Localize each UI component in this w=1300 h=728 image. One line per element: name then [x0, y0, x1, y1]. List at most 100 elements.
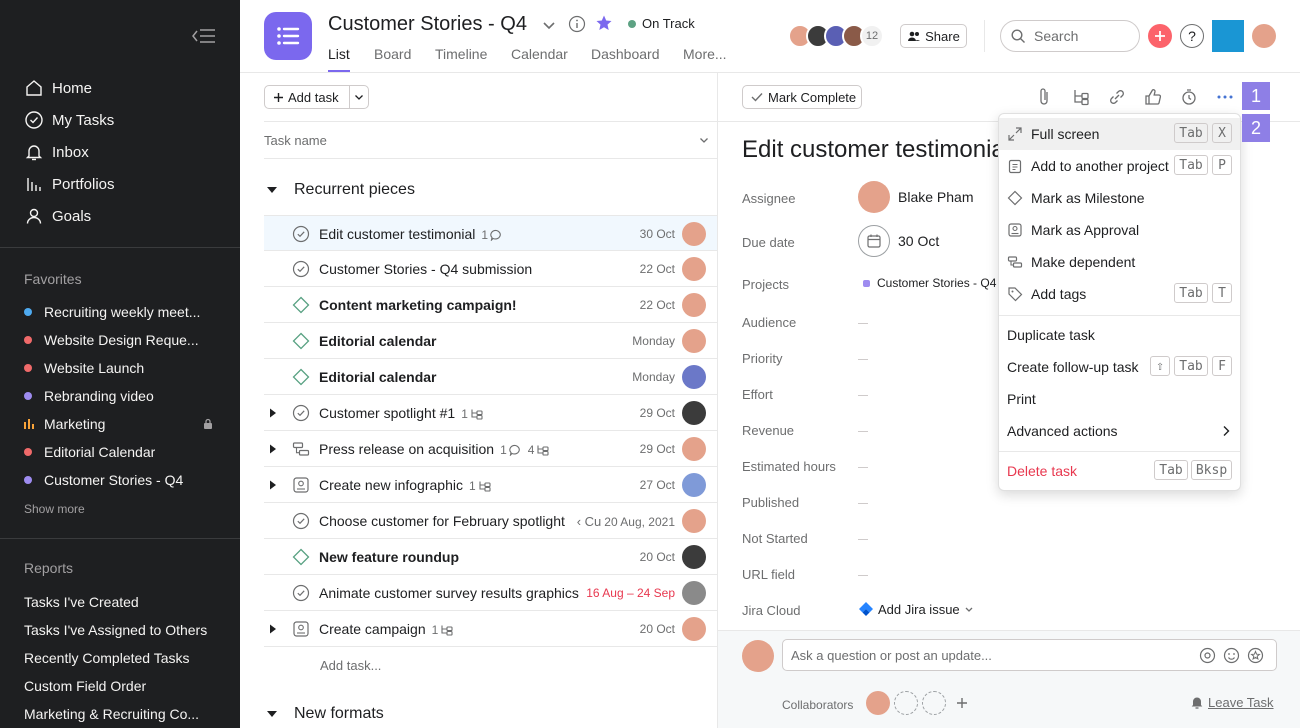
task-name[interactable]: New feature roundup [319, 549, 459, 565]
plus-icon[interactable] [956, 697, 968, 709]
member-avatars[interactable]: 12 [788, 24, 884, 48]
task-name[interactable]: Choose customer for February spotlight [319, 513, 565, 529]
task-row[interactable]: Editorial calendar Monday [264, 359, 717, 395]
task-name-column-header[interactable]: Task name [264, 121, 717, 159]
avatar[interactable] [682, 545, 706, 569]
task-row[interactable]: Choose customer for February spotlight ‹ … [264, 503, 717, 539]
info-icon[interactable] [568, 15, 586, 33]
share-button[interactable]: Share [900, 24, 967, 48]
task-row[interactable]: Customer Stories - Q4 submission 22 Oct [264, 251, 717, 287]
avatar[interactable] [682, 365, 706, 389]
favorite-item[interactable]: Recruiting weekly meet... [24, 301, 214, 323]
menu-item-full-screen[interactable]: Full screen Tab X [999, 118, 1240, 150]
task-row[interactable]: Customer spotlight #1 1 29 Oct [264, 395, 717, 431]
empty-field-value[interactable] [858, 575, 868, 576]
menu-item-add-to-project[interactable]: Add to another project Tab P [999, 150, 1240, 182]
task-name[interactable]: Customer Stories - Q4 submission [319, 261, 532, 277]
avatar[interactable] [682, 509, 706, 533]
assignee-field[interactable]: Blake Pham [858, 181, 973, 213]
task-name[interactable]: Edit customer testimonial 1 [319, 226, 503, 242]
section-title[interactable]: New formats [294, 705, 384, 723]
project-title[interactable]: Customer Stories - Q4 [328, 13, 527, 36]
expand-subtasks-icon[interactable] [269, 444, 277, 454]
emoji-icon[interactable] [1223, 647, 1240, 664]
quick-add-button[interactable] [1148, 24, 1172, 48]
task-name[interactable]: Press release on acquisition 1 4 [319, 441, 550, 457]
thumbs-up-icon[interactable] [1144, 87, 1162, 107]
nav-home[interactable]: Home [24, 76, 92, 100]
timer-icon[interactable] [1180, 87, 1198, 107]
add-collaborator-placeholder-icon[interactable] [894, 691, 918, 715]
task-title[interactable]: Edit customer testimonial [742, 136, 998, 164]
favorite-item[interactable]: Website Launch [24, 357, 214, 379]
task-due-date[interactable]: ‹ Cu 20 Aug, 2021 [577, 514, 675, 529]
link-icon[interactable] [1108, 87, 1126, 107]
task-due-date[interactable]: 22 Oct [640, 262, 675, 276]
empty-field-value[interactable] [858, 431, 868, 432]
task-row[interactable]: Create new infographic 1 27 Oct [264, 467, 717, 503]
chevron-down-icon[interactable] [699, 135, 709, 145]
report-link[interactable]: Marketing & Recruiting Co... [24, 706, 199, 722]
task-name[interactable]: Customer spotlight #1 1 [319, 405, 484, 421]
due-date-field[interactable]: 30 Oct [858, 225, 939, 257]
avatar[interactable] [682, 401, 706, 425]
check-circle-icon[interactable] [292, 225, 310, 243]
check-circle-icon[interactable] [292, 512, 310, 530]
task-due-date[interactable]: 29 Oct [640, 442, 675, 456]
tab-dashboard[interactable]: Dashboard [591, 46, 660, 62]
tab-more[interactable]: More... [683, 46, 727, 62]
menu-item-add-tags[interactable]: Add tags Tab T [999, 278, 1240, 310]
collapse-sidebar-icon[interactable] [190, 25, 218, 47]
star-icon[interactable] [595, 14, 613, 32]
dependency-icon[interactable] [292, 440, 310, 458]
expand-subtasks-icon[interactable] [269, 624, 277, 634]
appreciation-star-icon[interactable] [1247, 647, 1264, 664]
avatar[interactable] [682, 257, 706, 281]
approval-icon[interactable] [292, 476, 310, 494]
nav-my-tasks[interactable]: My Tasks [24, 108, 114, 132]
favorite-item[interactable]: Customer Stories - Q4 [24, 469, 214, 491]
avatar[interactable] [682, 329, 706, 353]
report-link[interactable]: Recently Completed Tasks [24, 650, 189, 666]
add-task-dropdown[interactable] [349, 85, 369, 109]
milestone-diamond-icon[interactable] [292, 548, 310, 566]
mark-complete-button[interactable]: Mark Complete [742, 85, 862, 109]
menu-item-make-dependent[interactable]: Make dependent [999, 246, 1240, 278]
menu-item-duplicate[interactable]: Duplicate task [999, 319, 1240, 351]
task-name[interactable]: Create new infographic 1 [319, 477, 492, 493]
project-pill[interactable]: Customer Stories - Q4 [863, 276, 998, 290]
add-jira-issue-button[interactable]: Add Jira issue [858, 601, 974, 617]
task-row[interactable]: Press release on acquisition 1 4 29 Oct [264, 431, 717, 467]
status-badge[interactable]: On Track [628, 16, 695, 31]
favorite-item[interactable]: Website Design Reque... [24, 329, 214, 351]
menu-item-follow-up[interactable]: Create follow-up task ⇧ Tab F [999, 351, 1240, 383]
task-due-date[interactable]: 20 Oct [640, 550, 675, 564]
search-input[interactable]: Search [1000, 20, 1140, 52]
collapse-section-icon[interactable] [266, 185, 278, 195]
task-name[interactable]: Editorial calendar [319, 369, 436, 385]
help-button[interactable]: ? [1180, 24, 1204, 48]
task-due-date[interactable]: 27 Oct [640, 478, 675, 492]
milestone-diamond-icon[interactable] [292, 332, 310, 350]
show-more-link[interactable]: Show more [24, 502, 85, 516]
task-due-date[interactable]: 20 Oct [640, 622, 675, 636]
avatar[interactable] [682, 293, 706, 317]
empty-field-value[interactable] [858, 503, 868, 504]
report-link[interactable]: Custom Field Order [24, 678, 146, 694]
task-row[interactable]: Create campaign 1 20 Oct [264, 611, 717, 647]
avatar[interactable] [866, 691, 890, 715]
tab-list[interactable]: List [328, 46, 350, 62]
nav-portfolios[interactable]: Portfolios [24, 172, 115, 196]
task-row[interactable]: Content marketing campaign! 22 Oct [264, 287, 717, 323]
at-mention-icon[interactable] [1199, 647, 1216, 664]
task-due-date[interactable]: 30 Oct [640, 227, 675, 241]
nav-inbox[interactable]: Inbox [24, 140, 89, 164]
check-circle-icon[interactable] [292, 404, 310, 422]
favorite-item[interactable]: Editorial Calendar [24, 441, 214, 463]
expand-subtasks-icon[interactable] [269, 408, 277, 418]
more-actions-icon[interactable] [1216, 87, 1234, 107]
menu-item-advanced-actions[interactable]: Advanced actions [999, 415, 1240, 447]
empty-field-value[interactable] [858, 323, 868, 324]
chevron-down-icon[interactable] [542, 18, 556, 32]
favorite-item[interactable]: Marketing [24, 413, 214, 435]
